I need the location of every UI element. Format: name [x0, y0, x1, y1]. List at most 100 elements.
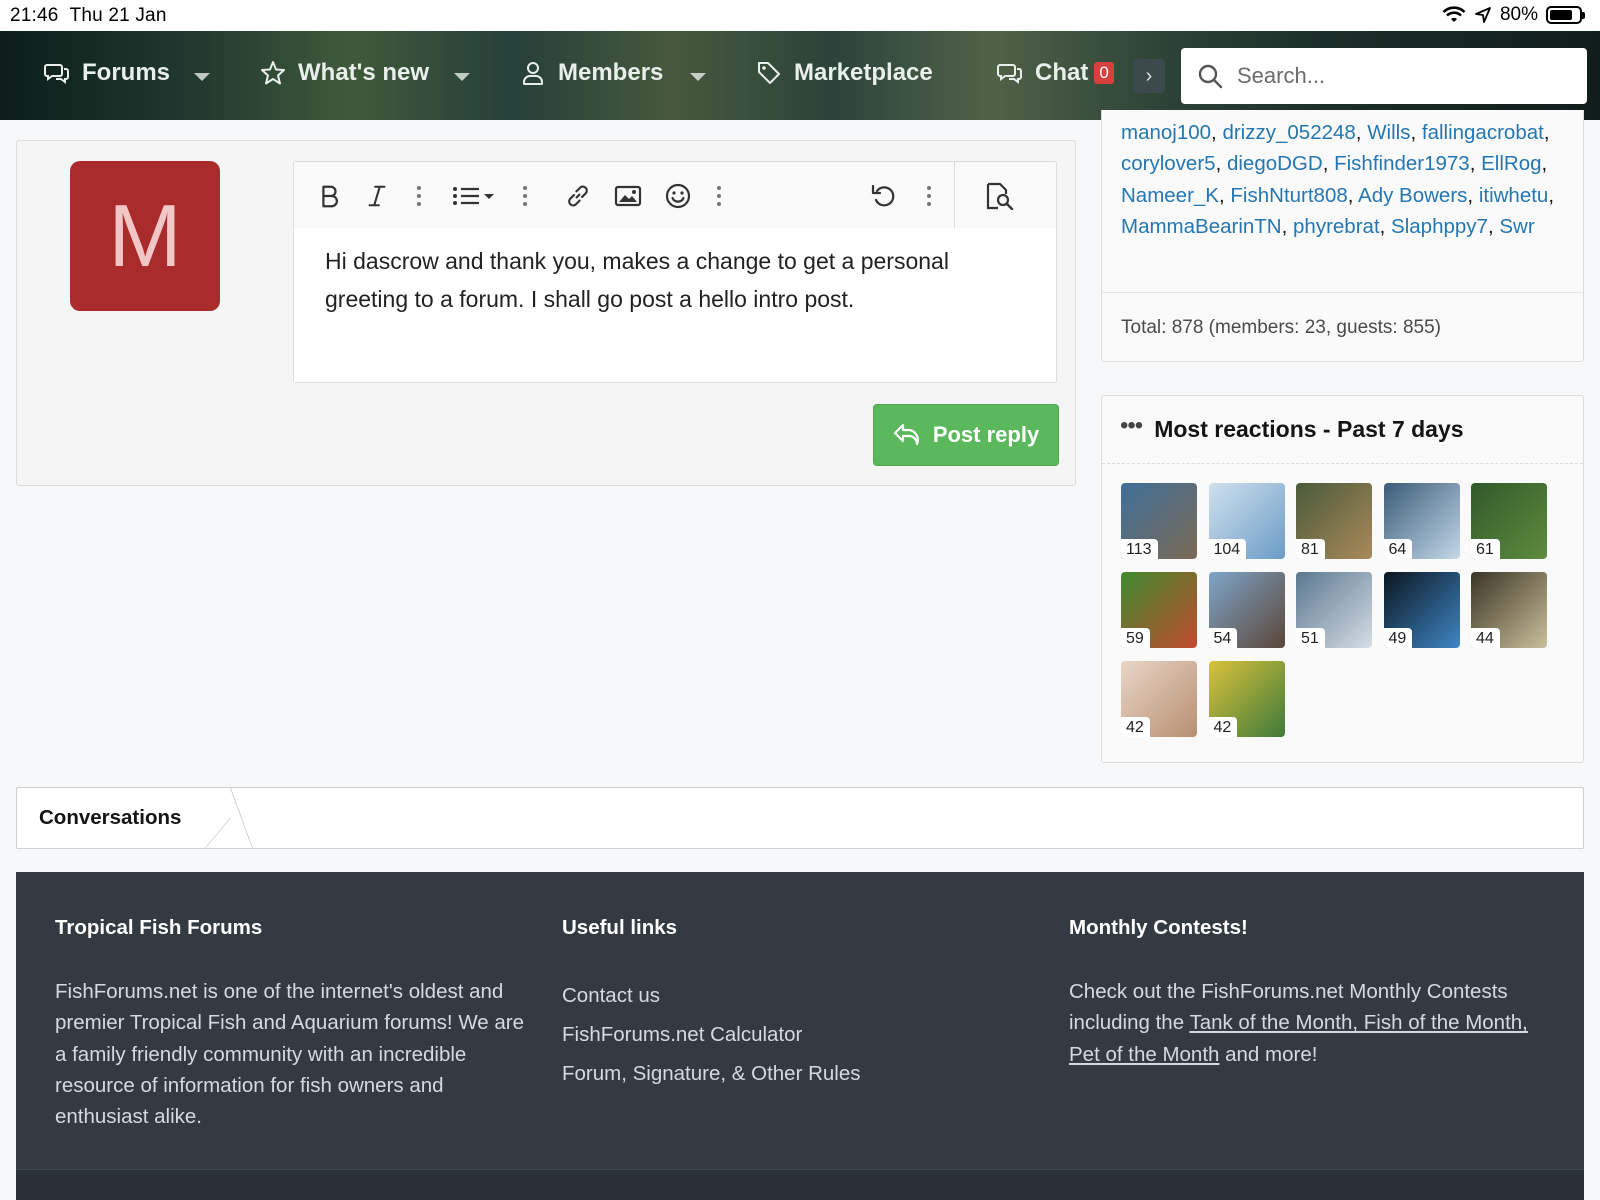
ellipsis-icon[interactable]: •••	[1120, 412, 1143, 440]
wifi-icon	[1442, 6, 1466, 22]
reply-editor: Hi dascrow and thank you, makes a change…	[293, 161, 1057, 383]
location-icon	[1475, 7, 1491, 23]
nav-members[interactable]: Members	[520, 59, 663, 87]
more-paragraph-options-button[interactable]	[523, 186, 527, 206]
undo-icon	[871, 184, 895, 207]
preview-icon	[986, 182, 1014, 210]
reaction-member-avatar[interactable]: 42	[1208, 661, 1285, 737]
conversations-tab[interactable]: Conversations	[17, 788, 215, 848]
image-icon	[614, 185, 642, 207]
online-members-block: manoj100, drizzy_052248, Wills, fallinga…	[1101, 110, 1584, 362]
online-member-link[interactable]: Ady Bowers	[1358, 184, 1467, 207]
footer-useful-links: Useful links Contact us FishForums.net C…	[562, 916, 1002, 1093]
status-right: 80%	[1442, 4, 1585, 26]
reaction-count: 59	[1121, 628, 1150, 648]
bold-icon	[322, 185, 338, 208]
members-dropdown-caret[interactable]	[690, 73, 706, 81]
status-bar: 21:46 Thu 21 Jan 80%	[0, 0, 1600, 31]
reaction-count: 44	[1471, 628, 1500, 648]
online-member-link[interactable]: manoj100	[1121, 121, 1211, 144]
reaction-member-avatar[interactable]: 42	[1121, 661, 1197, 737]
reaction-count: 54	[1208, 628, 1238, 648]
list-separator: ,	[1281, 214, 1294, 238]
nav-chat[interactable]: Chat 0	[997, 59, 1114, 87]
main-navigation: Forums What's new Members Marketplace Ch…	[0, 31, 1600, 120]
insert-link-button[interactable]	[564, 180, 592, 212]
online-member-link[interactable]: Fishfinder1973	[1334, 152, 1470, 175]
status-time: 21:46 Thu 21 Jan	[10, 5, 167, 26]
bold-button[interactable]	[316, 180, 342, 212]
list-icon	[453, 187, 494, 205]
online-member-link[interactable]: drizzy_052248	[1222, 121, 1355, 144]
insert-image-button[interactable]	[614, 180, 642, 212]
nav-whats-new[interactable]: What's new	[260, 59, 429, 87]
reaction-member-avatar[interactable]: 59	[1121, 572, 1197, 648]
battery-percent: 80%	[1499, 4, 1538, 25]
italic-icon	[368, 185, 386, 207]
toolbar-divider	[954, 162, 955, 228]
reaction-count: 51	[1296, 628, 1325, 648]
reaction-member-avatar[interactable]: 81	[1296, 483, 1372, 559]
most-reactions-block: ••• Most reactions - Past 7 days 113 104 8…	[1101, 395, 1584, 763]
footer-link-contact[interactable]: Contact us	[562, 976, 1002, 1015]
undo-button[interactable]	[870, 180, 898, 212]
list-separator: ,	[1467, 183, 1479, 207]
footer-bottom-bar	[16, 1169, 1584, 1200]
online-members-list: manoj100, drizzy_052248, Wills, fallinga…	[1121, 117, 1571, 242]
reaction-member-avatar[interactable]: 44	[1471, 572, 1547, 648]
search-box[interactable]	[1181, 48, 1587, 104]
online-member-link[interactable]: Slaphppy7	[1391, 215, 1488, 238]
search-input[interactable]	[1237, 63, 1557, 89]
reaction-member-avatar[interactable]: 64	[1383, 483, 1460, 559]
online-member-link[interactable]: phyrebrat	[1293, 215, 1380, 238]
reaction-member-avatar[interactable]: 51	[1296, 572, 1372, 648]
nav-forums[interactable]: Forums	[44, 59, 170, 87]
footer-links-title: Useful links	[562, 916, 678, 939]
list-separator: ,	[1215, 152, 1227, 176]
list-separator: ,	[1469, 152, 1482, 176]
preview-button[interactable]	[984, 180, 1014, 212]
list-separator: ,	[1541, 152, 1548, 176]
online-member-link[interactable]: fallingacrobat	[1422, 121, 1544, 144]
post-reply-button[interactable]: Post reply	[873, 404, 1059, 466]
reaction-member-avatar[interactable]: 54	[1208, 572, 1285, 648]
online-member-link[interactable]: diegoDGD	[1227, 152, 1323, 175]
user-icon	[523, 62, 543, 85]
list-button[interactable]	[452, 180, 498, 212]
footer-about-title: Tropical Fish Forums	[55, 916, 263, 939]
online-member-link[interactable]: itiwhetu	[1479, 184, 1549, 207]
online-member-link[interactable]: Swr	[1499, 215, 1534, 238]
online-member-link[interactable]: corylover5	[1121, 152, 1216, 175]
online-member-link[interactable]: MammaBearinTN	[1121, 215, 1282, 238]
online-member-link[interactable]: FishNturt808	[1230, 184, 1347, 207]
reaction-member-avatar[interactable]: 49	[1383, 572, 1460, 648]
whats-new-dropdown-caret[interactable]	[454, 73, 470, 81]
star-icon	[261, 61, 285, 85]
footer-about: Tropical Fish Forums FishForums.net is o…	[55, 916, 525, 1132]
battery-icon	[1546, 6, 1585, 24]
online-member-link[interactable]: Wills	[1367, 121, 1410, 144]
footer-link-calculator[interactable]: FishForums.net Calculator	[562, 1015, 1002, 1054]
italic-button[interactable]	[364, 180, 390, 212]
smiley-icon	[665, 183, 691, 209]
editor-text-area[interactable]: Hi dascrow and thank you, makes a change…	[294, 228, 1056, 382]
reaction-member-avatar[interactable]: 113	[1121, 483, 1197, 559]
list-separator: ,	[1211, 121, 1223, 144]
reaction-member-avatar[interactable]: 104	[1208, 483, 1285, 559]
insert-smilie-button[interactable]	[664, 180, 692, 212]
online-member-link[interactable]: EllRog	[1481, 152, 1541, 175]
forums-dropdown-caret[interactable]	[194, 73, 210, 81]
footer-about-text: FishForums.net is one of the internet's …	[55, 980, 525, 1129]
avatar: M	[70, 161, 220, 311]
nav-marketplace[interactable]: Marketplace	[756, 59, 933, 87]
nav-scroll-right-button[interactable]: ›	[1133, 59, 1165, 93]
list-separator: ,	[1322, 152, 1335, 176]
footer-link-rules[interactable]: Forum, Signature, & Other Rules	[562, 1054, 1002, 1093]
chat-badge: 0	[1094, 62, 1114, 84]
more-options-button[interactable]	[927, 186, 931, 206]
more-text-options-button[interactable]	[417, 186, 421, 206]
reaction-member-avatar[interactable]: 61	[1471, 483, 1547, 559]
online-member-link[interactable]: Nameer_K	[1121, 184, 1219, 207]
tag-icon	[758, 62, 780, 84]
more-insert-options-button[interactable]	[717, 186, 721, 206]
